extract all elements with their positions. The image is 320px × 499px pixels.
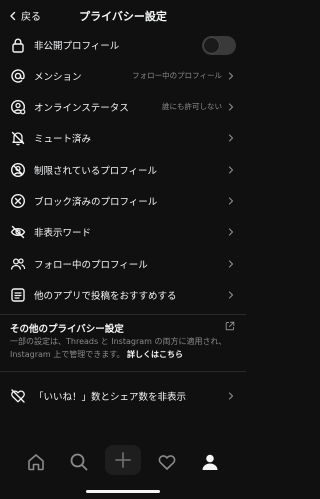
restricted-icon	[10, 162, 26, 178]
row-mentions[interactable]: メンション フォロー中のプロフィール	[0, 60, 246, 91]
row-label: ブロック済みのプロフィール	[34, 196, 158, 208]
row-label: 「いいね！」数とシェア数を非表示	[34, 391, 187, 403]
row-label: 制限されているプロフィール	[34, 165, 158, 177]
other-privacy-title: その他のプライバシー設定	[10, 324, 124, 335]
block-icon	[10, 193, 26, 209]
row-hide-like-counts[interactable]: 「いいね！」数とシェア数を非表示	[0, 380, 246, 411]
new-post-button[interactable]	[105, 445, 141, 475]
online-status-icon	[10, 99, 26, 115]
row-label: 非表示ワード	[34, 227, 92, 239]
row-label: 他のアプリで投稿をおすすめする	[34, 290, 177, 302]
row-label: 非公開プロフィール	[34, 40, 120, 52]
header: 戻る プライバシー設定	[0, 0, 246, 32]
row-value: 誰にも許可しない	[162, 102, 222, 111]
document-icon	[10, 287, 26, 303]
row-private-profile[interactable]: 非公開プロフィール	[0, 29, 246, 60]
home-icon[interactable]	[26, 452, 46, 472]
chevron-right-icon	[227, 259, 235, 268]
chevron-right-icon	[227, 196, 235, 205]
divider	[0, 314, 246, 315]
divider	[0, 371, 246, 372]
chevron-right-icon	[227, 165, 235, 174]
chevron-right-icon	[227, 71, 235, 80]
row-hidden-words[interactable]: 非表示ワード	[0, 216, 246, 247]
eye-off-icon	[10, 224, 26, 240]
at-icon	[10, 68, 26, 84]
chevron-right-icon	[227, 391, 235, 400]
row-label: メンション	[34, 71, 82, 83]
row-label: オンラインステータス	[34, 102, 129, 114]
lock-icon	[10, 37, 26, 53]
row-blocked[interactable]: ブロック済みのプロフィール	[0, 185, 246, 216]
row-restricted[interactable]: 制限されているプロフィール	[0, 154, 246, 185]
row-suggest-other-apps[interactable]: 他のアプリで投稿をおすすめする	[0, 279, 246, 310]
heart-off-icon	[10, 388, 26, 404]
row-label: ミュート済み	[34, 133, 92, 145]
row-value: フォロー中のプロフィール	[132, 71, 222, 80]
heart-icon[interactable]	[157, 452, 177, 472]
chevron-right-icon	[227, 102, 235, 111]
people-icon	[10, 256, 26, 272]
external-link-icon[interactable]	[225, 321, 235, 331]
private-profile-toggle[interactable]	[202, 36, 236, 55]
description-text: 一部の設定は、Threads と Instagram の両方に適用され、Inst…	[10, 337, 227, 359]
page-title: プライバシー設定	[79, 10, 167, 23]
home-indicator	[86, 490, 160, 493]
mute-bell-icon	[10, 130, 26, 146]
profile-icon[interactable]	[200, 452, 220, 472]
row-label: フォロー中のプロフィール	[34, 259, 148, 271]
learn-more-link[interactable]: 詳しくはこちら	[127, 350, 183, 359]
toggle-knob	[204, 38, 219, 53]
row-online-status[interactable]: オンラインステータス 誰にも許可しない	[0, 91, 246, 122]
chevron-right-icon	[227, 227, 235, 236]
chevron-right-icon	[227, 290, 235, 299]
bottom-tab-bar	[0, 440, 246, 486]
row-following-profiles[interactable]: フォロー中のプロフィール	[0, 248, 246, 279]
other-privacy-description: 一部の設定は、Threads と Instagram の両方に適用され、Inst…	[10, 336, 238, 361]
chevron-right-icon	[227, 133, 235, 142]
row-muted[interactable]: ミュート済み	[0, 122, 246, 153]
plus-icon	[115, 452, 131, 468]
search-icon[interactable]	[69, 452, 89, 472]
